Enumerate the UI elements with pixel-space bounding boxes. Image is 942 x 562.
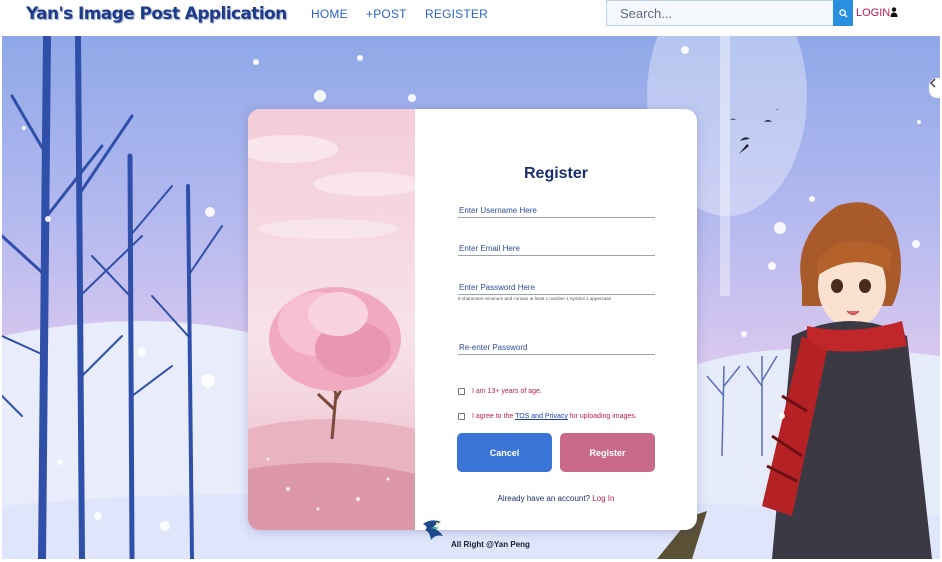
cherry-tree-illustration	[248, 109, 415, 530]
login-prompt-text: Already have an account?	[497, 494, 593, 503]
tos-text-after: for uploading images.	[567, 413, 637, 420]
login-prompt: Already have an account? Log In	[415, 494, 697, 503]
nav-register-link[interactable]: REGISTER	[425, 7, 488, 21]
password-hint: 8 characters minimum and contain at leas…	[458, 296, 612, 301]
nav-home-link[interactable]: HOME	[311, 7, 348, 21]
brand-title[interactable]: Yan's Image Post Application	[26, 4, 287, 24]
age-checkbox-label: I am 13+ years of age.	[472, 388, 542, 395]
age-checkbox[interactable]	[458, 388, 465, 395]
side-tab-icon[interactable]	[929, 78, 940, 98]
email-input[interactable]	[458, 244, 655, 256]
login-link[interactable]: LOGIN	[856, 7, 890, 19]
tos-text-before: I agree to the	[472, 413, 516, 420]
search-button[interactable]	[833, 0, 853, 26]
navbar: Yan's Image Post Application HOME +POST …	[0, 0, 942, 34]
bird-logo-icon	[423, 520, 443, 540]
password-input[interactable]	[458, 283, 655, 295]
register-button[interactable]: Register	[560, 433, 655, 472]
search-input[interactable]	[607, 1, 833, 25]
user-icon[interactable]	[890, 7, 898, 17]
tos-privacy-link[interactable]: TOS and Privacy	[515, 413, 568, 420]
confirm-password-input[interactable]	[458, 343, 655, 355]
tos-checkbox[interactable]	[458, 413, 465, 420]
search-box	[606, 0, 833, 26]
nav-post-link[interactable]: +POST	[366, 7, 407, 21]
register-form: Register 8 characters minimum and contai…	[415, 109, 697, 530]
footer-copyright: All Right @Yan Peng	[451, 540, 530, 549]
username-input[interactable]	[458, 206, 655, 218]
register-card: Register 8 characters minimum and contai…	[248, 109, 697, 530]
cancel-button[interactable]: Cancel	[457, 433, 552, 472]
login-prompt-link[interactable]: Log In	[592, 494, 614, 503]
search-icon	[838, 8, 848, 18]
tos-checkbox-label: I agree to the TOS and Privacy for uploa…	[472, 413, 637, 420]
register-title: Register	[523, 165, 589, 182]
